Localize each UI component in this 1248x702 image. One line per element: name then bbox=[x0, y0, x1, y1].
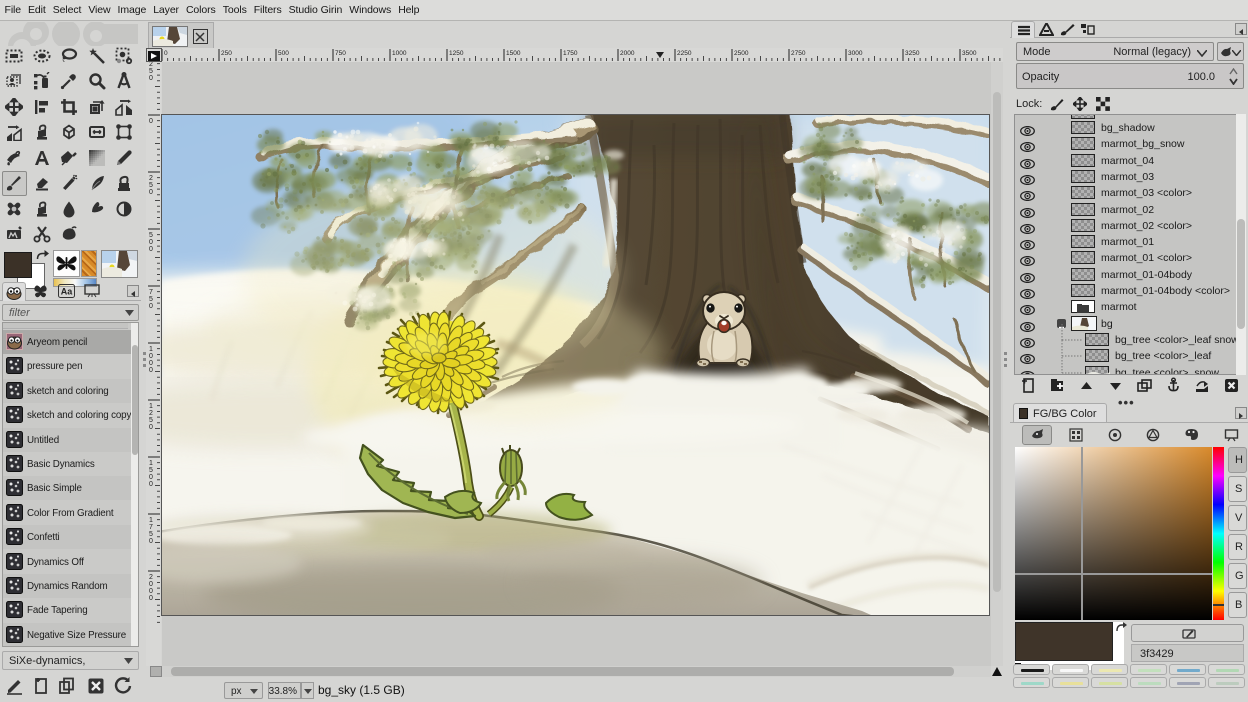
svg-text:1: 1 bbox=[149, 460, 153, 467]
svg-text:0: 0 bbox=[149, 595, 153, 602]
svg-text:5: 5 bbox=[149, 531, 153, 538]
svg-text:0: 0 bbox=[149, 189, 153, 196]
svg-text:1750: 1750 bbox=[563, 50, 578, 57]
svg-text:5: 5 bbox=[149, 296, 153, 303]
svg-text:3500: 3500 bbox=[962, 50, 977, 57]
svg-text:0: 0 bbox=[149, 360, 153, 367]
svg-text:0: 0 bbox=[149, 353, 153, 360]
svg-text:0: 0 bbox=[164, 50, 168, 57]
svg-text:2: 2 bbox=[149, 175, 153, 182]
svg-text:5: 5 bbox=[149, 417, 153, 424]
svg-text:1500: 1500 bbox=[506, 50, 521, 57]
svg-text:5: 5 bbox=[149, 68, 153, 75]
svg-text:5: 5 bbox=[149, 182, 153, 189]
svg-text:500: 500 bbox=[278, 50, 289, 57]
svg-text:0: 0 bbox=[149, 75, 153, 82]
svg-text:1000: 1000 bbox=[392, 50, 407, 57]
svg-text:1: 1 bbox=[149, 403, 153, 410]
svg-text:7: 7 bbox=[149, 524, 153, 531]
svg-text:2: 2 bbox=[149, 574, 153, 581]
svg-text:1: 1 bbox=[149, 517, 153, 524]
svg-text:Aa: Aa bbox=[60, 287, 72, 297]
svg-text:3250: 3250 bbox=[905, 50, 920, 57]
svg-text:0: 0 bbox=[149, 581, 153, 588]
svg-text:0: 0 bbox=[149, 239, 153, 246]
svg-text:1250: 1250 bbox=[449, 50, 464, 57]
svg-text:0: 0 bbox=[149, 424, 153, 431]
svg-text:2500: 2500 bbox=[734, 50, 749, 57]
svg-text:5: 5 bbox=[149, 467, 153, 474]
svg-text:2000: 2000 bbox=[620, 50, 635, 57]
svg-text:2: 2 bbox=[149, 410, 153, 417]
svg-text:0: 0 bbox=[149, 303, 153, 310]
svg-text:0: 0 bbox=[149, 118, 153, 125]
svg-text:0: 0 bbox=[149, 481, 153, 488]
svg-text:3000: 3000 bbox=[848, 50, 863, 57]
svg-text:0: 0 bbox=[149, 474, 153, 481]
svg-text:1: 1 bbox=[149, 346, 153, 353]
svg-text:250: 250 bbox=[221, 50, 232, 57]
svg-text:750: 750 bbox=[335, 50, 346, 57]
svg-text:5: 5 bbox=[149, 232, 153, 239]
svg-text:0: 0 bbox=[149, 538, 153, 545]
svg-text:0: 0 bbox=[149, 367, 153, 374]
svg-text:0: 0 bbox=[149, 246, 153, 253]
svg-text:2250: 2250 bbox=[677, 50, 692, 57]
svg-text:7: 7 bbox=[149, 289, 153, 296]
svg-text:2750: 2750 bbox=[791, 50, 806, 57]
svg-text:0: 0 bbox=[149, 588, 153, 595]
